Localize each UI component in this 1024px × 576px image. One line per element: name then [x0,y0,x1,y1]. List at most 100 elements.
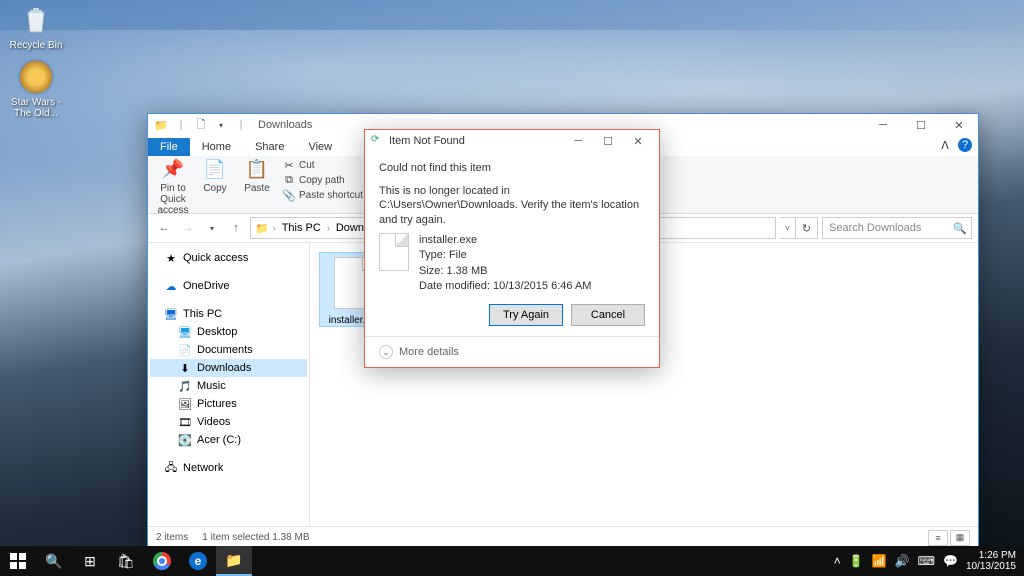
qat-sep: | [232,116,250,134]
start-button[interactable] [0,546,36,576]
clock[interactable]: 1:26 PM 10/13/2015 [966,550,1016,572]
dialog-message-heading: Could not find this item [379,162,645,174]
forward-button[interactable]: → [178,218,198,238]
paste-shortcut-button[interactable]: 📎Paste shortcut [280,188,365,202]
chevron-down-icon: ⌄ [379,345,393,359]
copy-path-button[interactable]: ⧉Copy path [280,173,365,187]
dialog-filesize: Size: 1.38 MB [419,264,591,279]
maximize-button[interactable]: ☐ [902,114,940,136]
nav-acer-c[interactable]: 💽Acer (C:) [150,431,307,449]
tray-chevron-icon[interactable]: ˄ [834,554,841,568]
nav-label: Quick access [183,252,248,264]
copy-button[interactable]: 📄 Copy [196,158,234,194]
nav-onedrive[interactable]: ☁OneDrive [150,277,307,295]
chevron-right-icon[interactable]: › [327,223,330,233]
tab-home[interactable]: Home [190,138,243,156]
ribbon-label: Pin to Quick access [154,183,192,216]
pictures-icon: 🖼 [178,397,192,411]
dialog-filetype: Type: File [419,248,591,263]
up-button[interactable]: ↑ [226,218,246,238]
details-view-button[interactable]: ≡ [928,530,948,546]
dialog-minimize-button[interactable]: ─ [563,131,593,151]
qat-dropdown-icon[interactable]: ▾ [212,116,230,134]
paste-button[interactable]: 📋 Paste [238,158,276,194]
cut-button[interactable]: ✂Cut [280,158,365,172]
tab-view[interactable]: View [296,138,344,156]
paste-icon: 📋 [245,158,269,182]
file-icon [379,233,411,273]
copy-path-icon: ⧉ [282,173,296,187]
tab-file[interactable]: File [148,138,190,156]
action-center-icon[interactable]: 💬 [943,554,958,568]
chrome-button[interactable] [144,546,180,576]
wifi-icon[interactable]: 📶 [872,554,887,568]
dialog-close-button[interactable]: ✕ [623,131,653,151]
breadcrumb-thispc[interactable]: This PC [280,222,323,234]
desktop-icon-swtor[interactable]: Star Wars - The Old... [6,59,66,119]
dialog-file-modified: Date modified: 10/13/2015 6:46 AM [419,279,591,294]
status-bar: 2 items 1 item selected 1.38 MB ≡ ▦ [148,526,978,548]
try-again-button[interactable]: Try Again [489,304,563,326]
status-item-count: 2 items [156,532,188,543]
close-button[interactable]: ✕ [940,114,978,136]
chevron-right-icon[interactable]: › [273,223,276,233]
nav-label: Network [183,462,223,474]
search-icon: 🔍 [953,222,967,235]
nav-label: Music [197,380,226,392]
nav-quick-access[interactable]: ★ Quick access [150,249,307,267]
nav-pictures[interactable]: 🖼Pictures [150,395,307,413]
task-view-button[interactable]: ⊞ [72,546,108,576]
nav-label: Downloads [197,362,251,374]
folder-icon: 📁 [255,222,269,235]
new-folder-icon[interactable]: 🗋 [192,116,210,134]
nav-downloads[interactable]: ⬇ Downloads [150,359,307,377]
dialog-titlebar[interactable]: ⟳ Item Not Found ─ ☐ ✕ [365,130,659,152]
clock-time: 1:26 PM [966,550,1016,561]
drive-icon: 💽 [178,433,192,447]
store-button[interactable]: 🛍 [108,546,144,576]
downloads-icon: ⬇ [178,361,192,375]
recent-dropdown[interactable]: ▾ [202,218,222,238]
documents-icon: 📄 [178,343,192,357]
desktop-icon-label: Star Wars - The Old... [6,97,66,119]
search-button[interactable]: 🔍 [36,546,72,576]
dialog-icon: ⟳ [371,134,385,148]
pin-to-quick-access-button[interactable]: 📌 Pin to Quick access [154,158,192,216]
ribbon-label: Paste [244,183,270,194]
ribbon-label: Cut [299,160,315,171]
refresh-button[interactable]: ↻ [796,217,818,239]
address-dropdown[interactable]: ˅ [780,217,796,239]
nav-network[interactable]: 🖧Network [150,459,307,477]
dialog-title: Item Not Found [389,135,563,147]
music-icon: 🎵 [178,379,192,393]
ribbon-label: Copy path [299,175,345,186]
cut-icon: ✂ [282,158,296,172]
nav-music[interactable]: 🎵 Music [150,377,307,395]
nav-this-pc[interactable]: 🖥This PC [150,305,307,323]
edge-button[interactable]: e [180,546,216,576]
system-tray: ˄ 🔋 📶 🔊 ⌨ 💬 1:26 PM 10/13/2015 [834,550,1024,572]
desktop-icon-label: Recycle Bin [6,40,66,51]
keyboard-icon[interactable]: ⌨ [918,554,935,568]
star-icon: ★ [164,251,178,265]
more-details-toggle[interactable]: ⌄ More details [365,336,659,367]
back-button[interactable]: ← [154,218,174,238]
search-input[interactable]: Search Downloads 🔍 [822,217,972,239]
help-icon[interactable]: ? [958,138,972,152]
item-not-found-dialog: ⟳ Item Not Found ─ ☐ ✕ Could not find th… [364,129,660,368]
minimize-button[interactable]: ─ [864,114,902,136]
desktop-icon-recycle-bin[interactable]: Recycle Bin [6,2,66,51]
cancel-button[interactable]: Cancel [571,304,645,326]
battery-icon[interactable]: 🔋 [849,554,864,568]
large-icons-view-button[interactable]: ▦ [950,530,970,546]
tab-share[interactable]: Share [243,138,296,156]
dialog-message-body: This is no longer located in C:\Users\Ow… [379,184,645,227]
volume-icon[interactable]: 🔊 [895,554,910,568]
dialog-maximize-button[interactable]: ☐ [593,131,623,151]
nav-documents[interactable]: 📄Documents [150,341,307,359]
file-explorer-button[interactable]: 📁 [216,546,252,576]
nav-videos[interactable]: 🎞Videos [150,413,307,431]
collapse-ribbon-icon[interactable]: ᐱ [938,138,952,152]
clock-date: 10/13/2015 [966,561,1016,572]
nav-desktop[interactable]: 🖥Desktop [150,323,307,341]
